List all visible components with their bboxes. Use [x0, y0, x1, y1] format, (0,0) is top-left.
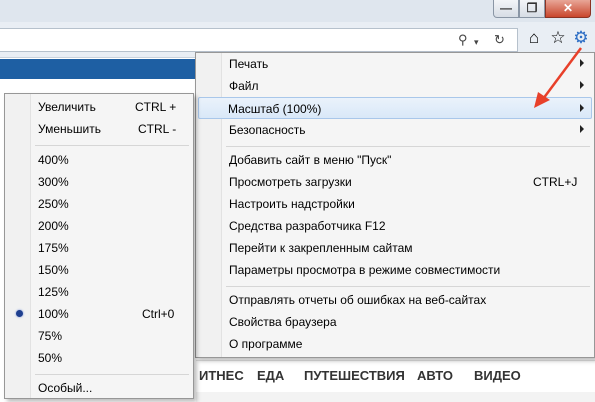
menu-item-view-downloads[interactable]: Просмотреть загрузки CTRL+J: [198, 172, 592, 192]
page-footer-strip: [196, 392, 595, 402]
menu-item-about[interactable]: О программе: [198, 334, 592, 354]
menu-item-zoom-75[interactable]: 75%: [7, 326, 191, 346]
menu-item-error-reports[interactable]: Отправлять отчеты об ошибках на веб-сайт…: [198, 290, 592, 310]
dropdown-chevron-icon[interactable]: ▾: [474, 34, 479, 50]
zoom-submenu: Увеличить CTRL + Уменьшить CTRL - 400% 3…: [4, 93, 194, 399]
minimize-button[interactable]: —: [493, 0, 519, 18]
star-icon[interactable]: ☆: [548, 27, 568, 49]
menu-item-label: 400%: [38, 153, 69, 167]
maximize-icon: ❐: [526, 1, 538, 15]
site-nav: ИТНЕС ЕДА ПУТЕШЕСТВИЯ АВТО ВИДЕО: [196, 360, 595, 390]
menu-item-internet-options[interactable]: Свойства браузера: [198, 312, 592, 332]
menu-item-label: 50%: [38, 351, 63, 365]
menu-item-label: 125%: [38, 285, 69, 299]
menu-item-label: Просмотреть загрузки: [229, 175, 352, 189]
menu-item-shortcut: Ctrl+0: [142, 307, 175, 321]
menu-item-print[interactable]: Печать: [198, 54, 592, 74]
menu-item-zoom-175[interactable]: 175%: [7, 238, 191, 258]
close-button[interactable]: ✕: [545, 0, 591, 18]
home-icon[interactable]: ⌂: [524, 27, 544, 49]
menu-item-label: Параметры просмотра в режиме совместимос…: [229, 263, 501, 277]
menu-item-label: О программе: [229, 337, 303, 351]
menu-item-file[interactable]: Файл: [198, 76, 592, 96]
close-icon: ✕: [562, 1, 574, 15]
menu-item-zoom-250[interactable]: 250%: [7, 194, 191, 214]
menu-item-label: 300%: [38, 175, 69, 189]
menu-item-security[interactable]: Безопасность: [198, 120, 592, 140]
gear-icon[interactable]: ⚙: [571, 27, 591, 49]
site-nav-item[interactable]: АВТО: [417, 368, 453, 383]
menu-item-label: Безопасность: [229, 123, 306, 137]
refresh-icon[interactable]: ↻: [494, 32, 505, 48]
submenu-arrow-icon: [580, 125, 584, 133]
menu-item-add-to-start[interactable]: Добавить сайт в меню "Пуск": [198, 150, 592, 170]
menu-item-label: Настроить надстройки: [229, 197, 355, 211]
menu-item-zoom-125[interactable]: 125%: [7, 282, 191, 302]
menu-item-zoom-custom[interactable]: Особый...: [7, 378, 191, 398]
submenu-arrow-icon: [580, 59, 584, 67]
menu-item-zoom-out[interactable]: Уменьшить CTRL -: [7, 119, 191, 139]
menu-item-label: Печать: [229, 57, 269, 71]
menu-separator: [35, 145, 189, 146]
menu-item-zoom-50[interactable]: 50%: [7, 348, 191, 368]
menu-item-shortcut: CTRL+J: [533, 175, 578, 189]
site-nav-item[interactable]: ИТНЕС: [199, 368, 244, 383]
menu-separator: [35, 374, 189, 375]
selected-radio-icon: [16, 310, 23, 317]
menu-item-zoom-150[interactable]: 150%: [7, 260, 191, 280]
page-header-strip: [0, 59, 195, 79]
menu-item-compat-view[interactable]: Параметры просмотра в режиме совместимос…: [198, 260, 592, 280]
submenu-arrow-icon: [580, 81, 584, 89]
menu-item-zoom-in[interactable]: Увеличить CTRL +: [7, 97, 191, 117]
menu-item-label: Масштаб (100%): [228, 102, 322, 116]
site-nav-item[interactable]: ПУТЕШЕСТВИЯ: [304, 368, 405, 383]
menu-item-label: 200%: [38, 219, 69, 233]
menu-item-label: Отправлять отчеты об ошибках на веб-сайт…: [229, 293, 487, 307]
menu-item-label: 150%: [38, 263, 69, 277]
menu-item-shortcut: CTRL +: [135, 100, 177, 114]
menu-item-label: Увеличить: [38, 100, 96, 114]
menu-item-zoom-200[interactable]: 200%: [7, 216, 191, 236]
menu-item-label: Добавить сайт в меню "Пуск": [229, 153, 392, 167]
menu-item-label: 75%: [38, 329, 63, 343]
address-bar[interactable]: ⚲ ▾ ↻: [0, 28, 518, 52]
menu-item-label: Особый...: [38, 381, 93, 395]
menu-item-manage-addons[interactable]: Настроить надстройки: [198, 194, 592, 214]
site-nav-item[interactable]: ВИДЕО: [474, 368, 521, 383]
submenu-arrow-icon: [580, 104, 584, 112]
search-icon[interactable]: ⚲: [458, 32, 468, 48]
menu-item-dev-tools[interactable]: Средства разработчика F12: [198, 216, 592, 236]
tools-menu: Печать Файл Масштаб (100%) Безопасность …: [195, 52, 595, 358]
maximize-button[interactable]: ❐: [519, 0, 545, 18]
menu-item-label: Файл: [229, 79, 259, 93]
menu-item-label: Уменьшить: [38, 122, 101, 136]
minimize-icon: —: [500, 1, 512, 15]
menu-item-zoom-300[interactable]: 300%: [7, 172, 191, 192]
menu-item-zoom[interactable]: Масштаб (100%): [198, 97, 592, 119]
menu-item-label: Перейти к закрепленным сайтам: [229, 241, 413, 255]
menu-item-pinned-sites[interactable]: Перейти к закрепленным сайтам: [198, 238, 592, 258]
menu-separator: [226, 146, 590, 147]
menu-separator: [226, 286, 590, 287]
menu-item-zoom-100[interactable]: 100% Ctrl+0: [7, 304, 191, 324]
menu-item-shortcut: CTRL -: [138, 122, 177, 136]
menu-item-label: 250%: [38, 197, 69, 211]
menu-item-label: Средства разработчика F12: [229, 219, 386, 233]
menu-item-label: Свойства браузера: [229, 315, 337, 329]
title-bar: — ❐ ✕: [0, 0, 595, 22]
menu-item-zoom-400[interactable]: 400%: [7, 150, 191, 170]
menu-item-label: 175%: [38, 241, 69, 255]
menu-item-label: 100%: [38, 307, 69, 321]
site-nav-item[interactable]: ЕДА: [257, 368, 284, 383]
